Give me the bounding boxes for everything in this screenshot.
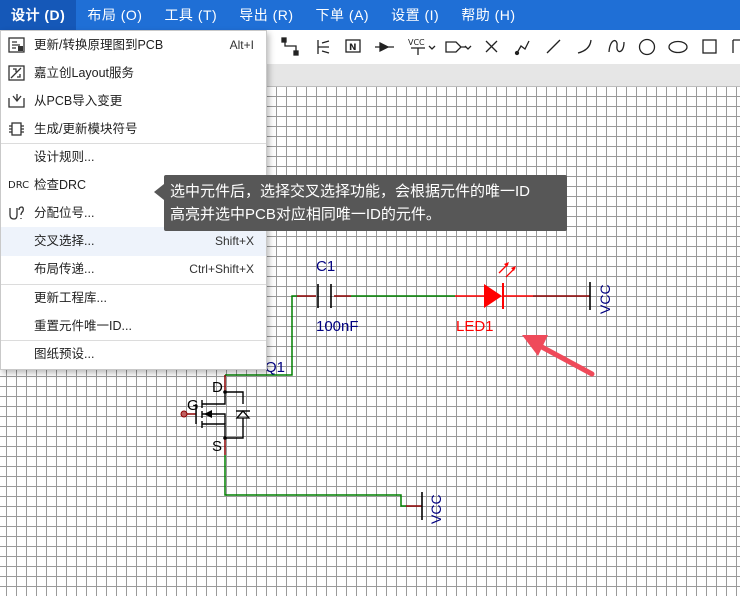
menu-item-update-to-pcb[interactable]: 更新/转换原理图到PCB Alt+I	[1, 31, 266, 59]
capacitor-c1[interactable]: C1 100nF	[297, 258, 359, 335]
menu-item-layout-transfer[interactable]: 布局传递... Ctrl+Shift+X	[1, 255, 266, 283]
menu-item-reset-unique-id[interactable]: 重置元件唯一ID...	[1, 312, 266, 340]
drc-icon: DRC	[8, 180, 30, 191]
pin-d-label: D	[212, 379, 223, 396]
menu-item-module-symbol[interactable]: 生成/更新模块符号	[1, 115, 266, 143]
vcc-flag-bottom[interactable]: VCC	[406, 492, 444, 524]
designator-icon	[9, 206, 24, 220]
vcc-flag-top[interactable]: VCC	[533, 282, 613, 314]
tooltip-line-1: 选中元件后，选择交叉选择功能，会根据元件的唯一ID	[170, 183, 531, 200]
cross-select-tooltip: 选中元件后，选择交叉选择功能，会根据元件的唯一ID 高亮并选中PCB对应相同唯一…	[164, 175, 567, 231]
svg-text:VCC: VCC	[597, 284, 613, 314]
pin-g-label: G	[187, 397, 199, 414]
menu-item-layout-service[interactable]: 嘉立创Layout服务	[1, 59, 266, 87]
menu-item-design-rules[interactable]: 设计规则...	[1, 143, 266, 171]
capacitor-designator: C1	[316, 258, 335, 275]
menu-item-cross-select[interactable]: 交叉选择... Shift+X	[1, 227, 266, 256]
annotation-arrow-led	[522, 335, 595, 377]
convert-icon	[8, 37, 25, 53]
import-icon	[8, 94, 25, 108]
svg-text:VCC: VCC	[428, 494, 444, 524]
led-designator: LED1	[456, 318, 494, 335]
layout-service-icon	[8, 65, 25, 81]
menu-item-update-project-library[interactable]: 更新工程库...	[1, 284, 266, 312]
mosfet-q1[interactable]: Q1 D G S	[180, 359, 285, 455]
mosfet-designator: Q1	[265, 359, 285, 376]
menu-item-import-from-pcb[interactable]: 从PCB导入变更	[1, 87, 266, 115]
tooltip-line-2: 高亮并选中PCB对应相同唯一ID的元件。	[170, 206, 441, 223]
pin-s-label: S	[212, 438, 222, 455]
tooltip-pointer	[154, 184, 164, 200]
menu-item-sheet-preset[interactable]: 图纸预设...	[1, 340, 266, 368]
capacitor-value: 100nF	[316, 318, 359, 335]
led-led1[interactable]: LED1	[455, 262, 533, 335]
module-symbol-icon	[9, 122, 24, 136]
